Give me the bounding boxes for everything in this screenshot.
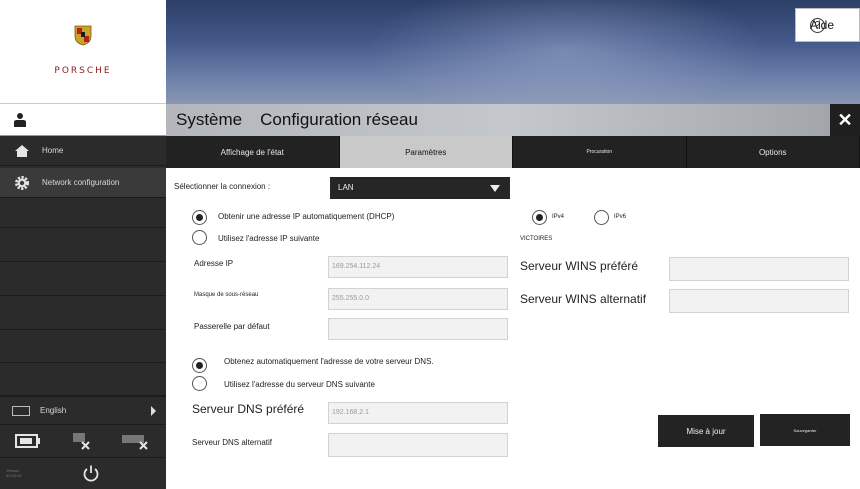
sidebar-empty-slot bbox=[0, 262, 166, 296]
ip-auto-radio[interactable] bbox=[192, 210, 207, 225]
ipv6-radio[interactable] bbox=[594, 210, 609, 225]
help-label: Aide bbox=[810, 18, 835, 32]
chevron-right-icon bbox=[151, 406, 156, 416]
tab-label: Affichage de l'état bbox=[220, 147, 284, 157]
wins-alternate-field[interactable] bbox=[669, 289, 849, 313]
wins-section-label: VICTOIRES bbox=[520, 236, 553, 242]
ipv4-label: IPv4 bbox=[552, 214, 565, 220]
help-button[interactable]: ? Aide bbox=[795, 8, 860, 42]
tab-label: Procuration bbox=[586, 149, 613, 155]
network-disconnected-icon[interactable] bbox=[70, 432, 92, 450]
keyboard-icon bbox=[12, 405, 30, 416]
sidebar-item-home[interactable]: Home bbox=[0, 136, 166, 166]
dns-manual-radio[interactable] bbox=[192, 376, 207, 391]
dns-manual-label: Utilisez l'adresse du serveur DNS suivan… bbox=[224, 380, 375, 389]
update-button-label: Mise à jour bbox=[686, 426, 726, 436]
banner-glow bbox=[366, 0, 766, 104]
connection-label: Sélectionner la connexion : bbox=[174, 182, 271, 191]
save-button[interactable]: Sauvegarder bbox=[760, 414, 850, 446]
sidebar-item-label: Network configuration bbox=[42, 178, 120, 187]
subnet-mask-label: Masque de sous-réseau bbox=[194, 292, 259, 298]
save-button-label: Sauvegarder bbox=[793, 427, 817, 433]
battery-icon[interactable] bbox=[14, 433, 41, 449]
gear-icon bbox=[15, 175, 29, 190]
user-row[interactable] bbox=[0, 104, 166, 136]
section-title: Système bbox=[176, 110, 243, 129]
update-button[interactable]: Mise à jour bbox=[658, 415, 754, 447]
ipv6-label: IPv6 bbox=[614, 214, 627, 220]
wins-alternate-label: Serveur WINS alternatif bbox=[520, 292, 647, 306]
language-selector[interactable]: English bbox=[0, 396, 166, 424]
porsche-crest-icon bbox=[74, 25, 92, 46]
connection-value: LAN bbox=[338, 183, 354, 192]
header-banner bbox=[166, 0, 860, 104]
home-icon bbox=[15, 144, 29, 157]
tab-label: Options bbox=[758, 147, 787, 157]
ipv4-radio[interactable] bbox=[532, 210, 547, 225]
gateway-field[interactable] bbox=[328, 318, 508, 340]
user-icon bbox=[14, 113, 26, 127]
dns-alternate-field[interactable] bbox=[328, 433, 508, 457]
sidebar-item-network-configuration[interactable]: Network configuration bbox=[0, 168, 166, 198]
logo-area: PORSCHE bbox=[0, 0, 166, 104]
tab-proxy[interactable]: Procuration bbox=[513, 136, 687, 168]
ip-manual-radio[interactable] bbox=[192, 230, 207, 245]
title-bar: Système Configuration réseau ✕ bbox=[166, 104, 860, 136]
version-text: Version 01.00.00 bbox=[6, 468, 22, 478]
sidebar-empty-slot bbox=[0, 228, 166, 262]
tab-status-display[interactable]: Affichage de l'état bbox=[166, 136, 340, 168]
connection-select[interactable]: LAN bbox=[330, 177, 510, 199]
ip-manual-label: Utilisez l'adresse IP suivante bbox=[218, 234, 320, 243]
sidebar-item-label: Home bbox=[42, 146, 64, 155]
dns-auto-label: Obtenez automatiquement l'adresse de vot… bbox=[224, 357, 434, 366]
power-row: Version 01.00.00 bbox=[0, 458, 166, 489]
network-settings-form: Sélectionner la connexion : LAN Obtenir … bbox=[166, 168, 860, 489]
ip-address-field[interactable]: 169.254.112.24 bbox=[328, 256, 508, 278]
device-icon-row bbox=[0, 424, 166, 458]
page-title: Configuration réseau bbox=[260, 110, 418, 129]
language-label: English bbox=[40, 406, 67, 415]
wins-preferred-field[interactable] bbox=[669, 257, 849, 281]
power-icon[interactable] bbox=[82, 464, 100, 482]
sidebar: PORSCHE Home Network configuration Engli… bbox=[0, 0, 166, 489]
sidebar-empty-slot bbox=[0, 363, 166, 396]
tab-label: Paramètres bbox=[405, 147, 447, 157]
subnet-mask-field[interactable]: 255.255.0.0 bbox=[328, 288, 508, 310]
brand-wordmark: PORSCHE bbox=[54, 66, 112, 76]
close-button[interactable]: ✕ bbox=[830, 104, 860, 136]
ip-auto-label: Obtenir une adresse IP automatiquement (… bbox=[218, 212, 395, 221]
sidebar-empty-slot bbox=[0, 330, 166, 363]
dns-preferred-field[interactable]: 192.168.2.1 bbox=[328, 402, 508, 424]
wins-preferred-label: Serveur WINS préféré bbox=[520, 259, 639, 273]
chevron-down-icon bbox=[490, 185, 500, 192]
sidebar-empty-slot bbox=[0, 296, 166, 330]
tab-options[interactable]: Options bbox=[687, 136, 860, 168]
tab-bar: Affichage de l'état Paramètres Procurati… bbox=[166, 136, 860, 168]
dns-alternate-label: Serveur DNS alternatif bbox=[192, 438, 273, 447]
dns-auto-radio[interactable] bbox=[192, 358, 207, 373]
sidebar-empty-slot bbox=[0, 198, 166, 228]
ip-address-label: Adresse IP bbox=[194, 259, 234, 268]
dns-preferred-label: Serveur DNS préféré bbox=[192, 402, 305, 416]
vci-disconnected-icon[interactable] bbox=[121, 432, 151, 450]
tab-settings[interactable]: Paramètres bbox=[339, 136, 513, 168]
gateway-label: Passerelle par défaut bbox=[194, 322, 270, 331]
